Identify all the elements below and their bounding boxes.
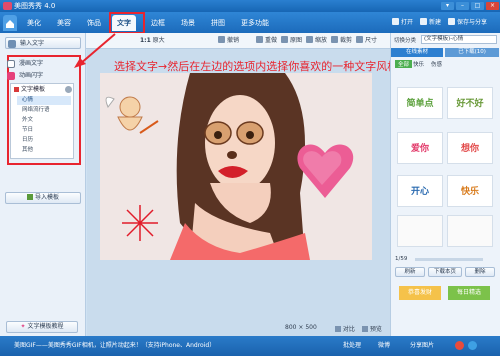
photo-image <box>100 73 372 260</box>
weibo-button[interactable]: 微博 <box>378 341 390 351</box>
template-item[interactable]: 网络流行语 <box>17 106 71 115</box>
animated-text-icon <box>7 72 15 80</box>
weibo-icon[interactable] <box>455 341 464 350</box>
crop-icon <box>331 36 338 43</box>
sticker-item[interactable]: 快乐 <box>447 175 493 207</box>
tab-face[interactable]: 美容 <box>52 15 76 31</box>
sparkle-icon: ✦ <box>20 323 26 330</box>
share-image-button[interactable]: 分享图片 <box>410 341 434 351</box>
skin-icon[interactable]: ▾ <box>441 2 454 10</box>
animated-text-option[interactable]: 动画闪字 <box>5 70 81 82</box>
redo-icon <box>256 36 263 43</box>
undo-button[interactable]: 撤销 <box>218 36 239 46</box>
tab-downloaded[interactable]: 已下载(10) <box>445 48 499 57</box>
import-icon <box>26 194 33 200</box>
open-button[interactable]: 打开 <box>392 17 413 29</box>
tab-more[interactable]: 更多功能 <box>236 15 274 31</box>
resize-button[interactable]: 缩放 <box>306 36 327 46</box>
new-button[interactable]: 新建 <box>420 17 441 29</box>
tab-collage[interactable]: 拼图 <box>206 15 230 31</box>
folder-icon <box>392 18 399 25</box>
page-slider[interactable] <box>415 258 483 261</box>
preview-button[interactable]: 预览 <box>362 324 382 333</box>
sticker-item[interactable]: 想你 <box>447 132 493 164</box>
annotation-text: 选择文字→然后在左边的选项内选择你喜欢的一种文字风格 <box>114 60 399 73</box>
festival-tag[interactable]: 恭喜发财 <box>399 286 441 300</box>
sticker-item[interactable]: 简单点 <box>397 87 443 119</box>
import-template-button[interactable]: 导入模板 <box>5 192 81 204</box>
compare-button[interactable]: 对比 <box>335 324 355 333</box>
sticker-item[interactable] <box>397 215 443 247</box>
crop-button[interactable]: 裁剪 <box>331 36 352 46</box>
category-select[interactable]: (文字模板)-心情 <box>421 35 497 44</box>
photo-canvas[interactable] <box>100 73 372 260</box>
tab-accessories[interactable]: 饰品 <box>82 15 106 31</box>
close-button[interactable]: × <box>486 2 499 10</box>
app-logo-icon <box>3 2 12 10</box>
right-panel: 切换分类 (文字模板)-心情 在线素材 已下载(10) 全部 快乐 伤感 简单点… <box>390 33 500 336</box>
text-template-header[interactable]: 文字模板 <box>13 85 72 94</box>
annotation-arrow <box>74 33 116 68</box>
compare-icon <box>335 326 341 332</box>
template-icon <box>14 87 19 92</box>
size-button[interactable]: 尺寸 <box>356 36 377 46</box>
tab-beautify[interactable]: 美化 <box>22 15 46 31</box>
tab-scene[interactable]: 场景 <box>176 15 200 31</box>
filter-happy[interactable]: 快乐 <box>413 60 424 68</box>
tab-frame[interactable]: 边框 <box>146 15 170 31</box>
pencil-icon <box>8 40 16 48</box>
template-item[interactable]: 节日 <box>17 126 71 135</box>
tutorial-button[interactable]: ✦ 文字模板教程 <box>6 321 78 333</box>
sticker-item[interactable] <box>447 215 493 247</box>
sticker-item[interactable]: 开心 <box>397 175 443 207</box>
qzone-icon[interactable] <box>468 341 477 350</box>
title-bar: 美图秀秀 4.0 ▾ – □ × <box>0 0 500 12</box>
template-item[interactable]: 外文 <box>17 116 71 125</box>
status-bar: 美图GIF——美图秀秀GIF相机，让照片动起来！（支持iPhone、Androi… <box>0 336 500 356</box>
sticker-item[interactable]: 爱你 <box>397 132 443 164</box>
save-icon <box>448 18 455 25</box>
template-item[interactable]: 心情 <box>17 96 71 105</box>
size-icon <box>356 36 363 43</box>
canvas-size: 800 × 500 <box>285 324 317 331</box>
page-indicator: 1/59 <box>395 256 408 262</box>
save-share-button[interactable]: 保存与分享 <box>448 17 487 29</box>
collapse-icon[interactable] <box>65 86 72 93</box>
original-icon <box>281 36 288 43</box>
minimize-button[interactable]: – <box>456 2 469 10</box>
undo-icon <box>218 36 225 43</box>
refresh-button[interactable]: 刷新 <box>395 267 425 277</box>
template-item[interactable]: 其他 <box>17 146 71 155</box>
home-tab[interactable] <box>3 15 17 31</box>
delete-button[interactable]: 删除 <box>465 267 495 277</box>
filter-sad[interactable]: 伤感 <box>431 60 442 68</box>
tab-online-assets[interactable]: 在线素材 <box>391 48 443 57</box>
filter-all[interactable]: 全部 <box>395 60 413 68</box>
maximize-button[interactable]: □ <box>471 2 484 10</box>
redo-button[interactable]: 重做 <box>256 36 277 46</box>
actual-size-button[interactable]: 1:1 原大 <box>140 36 165 46</box>
download-page-button[interactable]: 下载本页 <box>428 267 462 277</box>
text-template-box: 文字模板 心情 网络流行语 外文 节日 日历 其他 <box>10 83 74 159</box>
sticker-item[interactable]: 好不好 <box>447 87 493 119</box>
window-title: 美图秀秀 4.0 <box>14 2 56 10</box>
original-button[interactable]: 原图 <box>281 36 302 46</box>
category-label: 切换分类 <box>394 38 417 44</box>
resize-icon <box>306 36 313 43</box>
batch-button[interactable]: 批处理 <box>343 341 361 351</box>
comic-text-icon <box>7 60 15 68</box>
daily-pick-tag[interactable]: 每日精选 <box>448 286 490 300</box>
preview-icon <box>362 326 368 332</box>
template-item[interactable]: 日历 <box>17 136 71 145</box>
home-icon <box>6 20 14 28</box>
new-icon <box>420 18 427 25</box>
status-promo-text[interactable]: 美图GIF——美图秀秀GIF相机，让照片动起来！（支持iPhone、Androi… <box>14 341 215 351</box>
